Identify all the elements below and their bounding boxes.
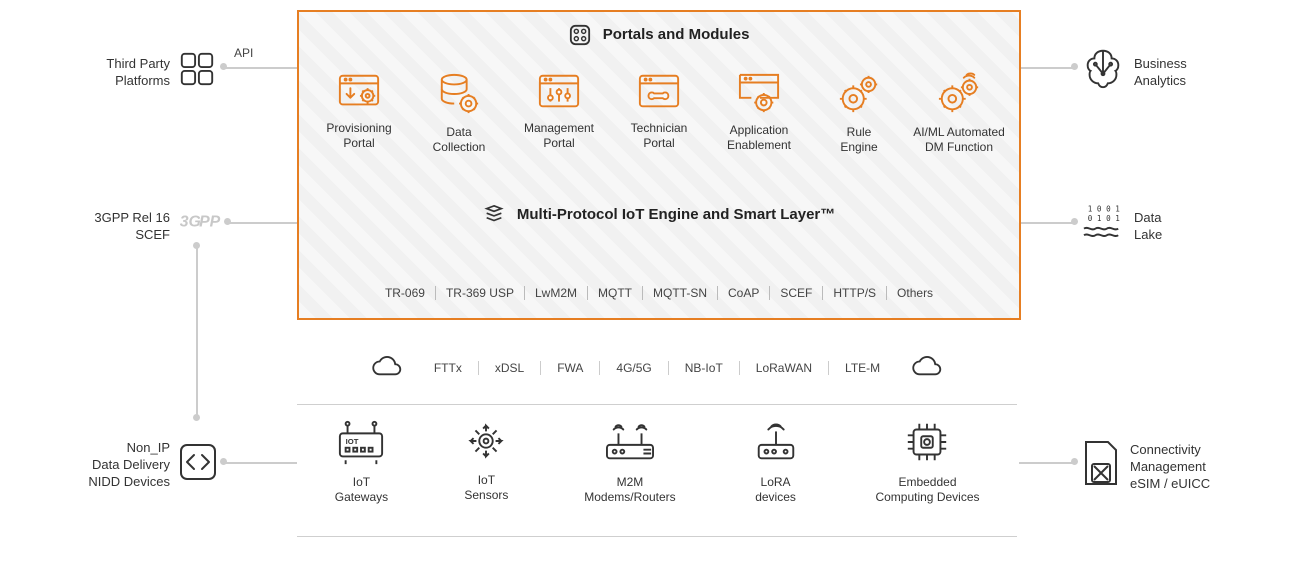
connector [224,67,297,69]
portals-and-modules-box: Portals and Modules Provisioning Portal … [297,10,1021,320]
data-lake-icon: 1 0 0 10 1 0 1 [1082,202,1124,243]
code-icon [178,442,218,485]
module-management-portal: Management Portal [509,72,609,151]
network-item: LTE-M [829,361,896,375]
embedded-chip-icon [902,418,952,466]
protocol-item: MQTT [588,286,643,300]
protocol-item: TR-369 USP [436,286,525,300]
module-rule-engine: Rule Engine [809,72,909,155]
management-portal-icon [537,72,581,112]
portals-modules-title: Portals and Modules [299,24,1019,46]
device-iot-gateways: IOT IoT Gateways [334,418,388,505]
app-enablement-icon [737,72,781,114]
business-analytics-label: Business Analytics [1134,56,1244,90]
protocol-item: LwM2M [525,286,588,300]
data-lake-label: Data Lake [1134,210,1214,244]
rule-engine-icon [837,72,881,116]
device-lora: LoRA devices [751,418,801,505]
device-m2m-routers: M2M Modems/Routers [584,418,675,505]
protocol-item: MQTT-SN [643,286,718,300]
svg-text:0 1 0 1: 0 1 0 1 [1088,214,1120,223]
network-item: LoRaWAN [740,361,829,375]
module-provisioning-portal: Provisioning Portal [309,72,409,151]
protocol-item: HTTP/S [823,286,887,300]
connectivity-label: Connectivity Management eSIM / eUICC [1130,442,1250,493]
iot-gateway-icon: IOT [334,418,388,466]
divider [297,536,1017,537]
svg-text:3G: 3G [180,213,201,230]
network-item: FTTx [418,361,479,375]
module-technician-portal: Technician Portal [609,72,709,151]
divider [297,404,1017,405]
device-iot-sensors: IoT Sensors [463,418,509,503]
device-row: IOT IoT Gateways IoT Sensors M2M Modems/… [297,418,1017,505]
nidd-label: Non_IP Data Delivery NIDD Devices [50,440,170,491]
scef-label: 3GPP Rel 16 SCEF [60,210,170,244]
svg-text:1 0 0 1: 1 0 0 1 [1088,205,1120,214]
device-embedded: Embedded Computing Devices [875,418,979,505]
technician-portal-icon [637,72,681,112]
apps-grid-icon [178,50,216,91]
network-item: FWA [541,361,600,375]
module-app-enablement: Application Enablement [709,72,809,153]
network-item: xDSL [479,361,541,375]
sim-card-icon [1082,440,1120,489]
cloud-icon [910,356,944,381]
protocol-item: Others [887,286,943,300]
brain-icon [1080,46,1126,93]
protocol-item: CoAP [718,286,770,300]
protocol-item: TR-069 [375,286,436,300]
3gpp-icon: 3GPP [178,204,222,241]
third-party-platforms-label: Third Party Platforms [60,56,170,90]
protocol-list: TR-069 TR-369 USP LwM2M MQTT MQTT-SN CoA… [299,286,1019,300]
network-row: FTTx xDSL FWA 4G/5G NB-IoT LoRaWAN LTE-M [297,350,1017,386]
module-data-collection: Data Collection [409,72,509,155]
svg-text:IOT: IOT [346,437,359,446]
protocol-item: SCEF [770,286,823,300]
m2m-router-icon [601,418,659,466]
lora-device-icon [751,418,801,466]
architecture-diagram: Third Party Platforms API 3GPP Rel 16 SC… [0,0,1300,570]
aiml-icon [935,72,983,116]
svg-text:PP: PP [199,213,221,230]
api-label: API [234,46,253,60]
module-aiml: AI/ML Automated DM Function [909,72,1009,155]
network-item: 4G/5G [600,361,668,375]
modules-row: Provisioning Portal Data Collection Mana… [309,72,1009,155]
network-item: NB-IoT [669,361,740,375]
data-collection-icon [437,72,481,116]
cloud-icon [370,356,404,381]
multi-protocol-title: Multi-Protocol IoT Engine and Smart Laye… [299,204,1019,226]
provisioning-icon [337,72,381,112]
iot-sensor-icon [463,418,509,464]
